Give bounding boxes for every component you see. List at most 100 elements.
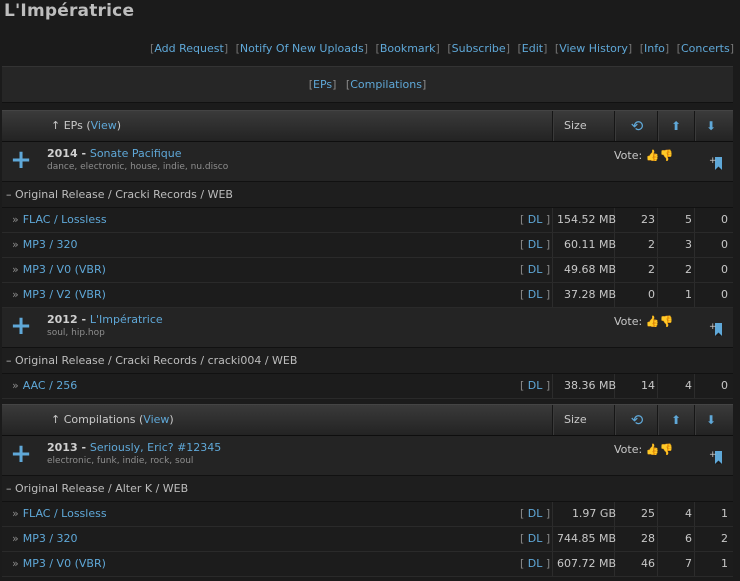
sort-arrow-icon[interactable]: ↑ — [51, 119, 64, 132]
release-tags[interactable]: dance, electronic, house, indie, nu.disc… — [47, 162, 228, 172]
bookmark-icon[interactable] — [709, 154, 725, 172]
thumb-up-icon[interactable]: 👍 — [646, 315, 660, 328]
nav-eps-link[interactable]: EPs — [313, 78, 332, 91]
plus-icon[interactable]: + — [10, 313, 32, 339]
bookmark-icon[interactable] — [709, 448, 725, 466]
nav-compilations-link[interactable]: Compilations — [350, 78, 422, 91]
torrent-size: 154.52 MB — [556, 213, 616, 226]
dl-label[interactable]: DL — [528, 288, 543, 301]
thumb-down-icon[interactable]: 👎 — [660, 149, 674, 162]
size-column-header[interactable]: Size — [564, 111, 587, 141]
section-view-link[interactable]: View — [143, 413, 169, 426]
column-divider — [552, 502, 553, 526]
release-tags[interactable]: electronic, funk, indie, rock, soul — [47, 456, 193, 466]
view-history-link[interactable]: View History — [559, 42, 628, 55]
arrow-down-icon[interactable]: ⬇ — [702, 117, 720, 135]
thumb-up-icon[interactable]: 👍 — [646, 149, 660, 162]
torrent-format-link[interactable]: » FLAC / Lossless — [12, 208, 107, 232]
torrent-size: 607.72 MB — [556, 557, 616, 570]
page-title: L'Impératrice — [4, 1, 135, 21]
column-divider — [694, 283, 695, 307]
torrent-row: » FLAC / Lossless [ DL ] 1.97 GB 25 4 1 — [2, 502, 733, 527]
edition-header[interactable]: – Original Release / Cracki Records / WE… — [2, 182, 733, 208]
section-view-link[interactable]: View — [91, 119, 117, 132]
release-table-1: ↑ Compilations (View) Size ⟲ ⬆ ⬇ +2013 - Seri… — [2, 404, 733, 577]
dl-label[interactable]: DL — [528, 238, 543, 251]
torrent-format-link[interactable]: » MP3 / V0 (VBR) — [12, 552, 106, 576]
torrent-format-link[interactable]: » MP3 / 320 — [12, 233, 78, 257]
bookmark-icon[interactable] — [709, 320, 725, 338]
dl-label[interactable]: DL — [528, 263, 543, 276]
plus-icon[interactable]: + — [10, 147, 32, 173]
download-link[interactable]: [ DL ] — [520, 283, 550, 307]
download-link[interactable]: [ DL ] — [520, 374, 550, 398]
download-link[interactable]: [ DL ] — [520, 233, 550, 257]
thumb-down-icon[interactable]: 👎 — [660, 443, 674, 456]
dl-label[interactable]: DL — [528, 532, 543, 545]
download-link[interactable]: [ DL ] — [520, 502, 550, 526]
leechers-count: 0 — [721, 379, 728, 392]
release-name-link[interactable]: Seriously, Eric? #12345 — [90, 441, 221, 454]
release-table-0: ↑ EPs (View) Size ⟲ ⬆ ⬇ +2014 - Sonate Pacifi… — [2, 110, 733, 399]
seeders-count: 2 — [685, 263, 692, 276]
release-tags[interactable]: soul, hip.hop — [47, 328, 105, 338]
dl-label[interactable]: DL — [528, 507, 543, 520]
release-title: 2013 - Seriously, Eric? #12345 — [47, 441, 221, 454]
torrent-row: » AAC / 256 [ DL ] 38.36 MB 14 4 0 — [2, 374, 733, 399]
thumb-down-icon[interactable]: 👎 — [660, 315, 674, 328]
refresh-icon[interactable]: ⟲ — [628, 117, 646, 135]
snatched-count: 2 — [648, 238, 655, 251]
paren: ) — [116, 119, 122, 132]
column-divider — [552, 258, 553, 282]
refresh-icon[interactable]: ⟲ — [628, 411, 646, 429]
release-name-link[interactable]: Sonate Pacifique — [90, 147, 182, 160]
dl-label[interactable]: DL — [528, 557, 543, 570]
snatched-count: 25 — [641, 507, 655, 520]
row-prefix: » — [12, 379, 19, 392]
arrow-up-icon[interactable]: ⬆ — [667, 411, 685, 429]
column-divider — [694, 374, 695, 398]
torrent-format-link[interactable]: » FLAC / Lossless — [12, 502, 107, 526]
paren: ) — [169, 413, 174, 426]
column-divider — [657, 405, 658, 435]
dl-label[interactable]: DL — [528, 379, 543, 392]
snatched-count: 0 — [648, 288, 655, 301]
notify-uploads-link[interactable]: Notify Of New Uploads — [240, 42, 364, 55]
add-request-link[interactable]: Add Request — [154, 42, 223, 55]
column-title: ↑ Compilations (View) — [51, 405, 174, 435]
edition-header[interactable]: – Original Release / Cracki Records / cr… — [2, 348, 733, 374]
concerts-link[interactable]: Concerts — [681, 42, 730, 55]
torrent-format-link[interactable]: » MP3 / V2 (VBR) — [12, 283, 106, 307]
sort-arrow-icon[interactable]: ↑ — [51, 413, 64, 426]
snatched-count: 23 — [641, 213, 655, 226]
edition-header[interactable]: – Original Release / Alter K / WEB — [2, 476, 733, 502]
download-link[interactable]: [ DL ] — [520, 552, 550, 576]
torrent-format-link[interactable]: » MP3 / 320 — [12, 527, 78, 551]
torrent-format-link[interactable]: » AAC / 256 — [12, 374, 77, 398]
torrent-format-link[interactable]: » MP3 / V0 (VBR) — [12, 258, 106, 282]
size-column-header[interactable]: Size — [564, 405, 587, 435]
bookmark-link[interactable]: Bookmark — [380, 42, 436, 55]
download-link[interactable]: [ DL ] — [520, 527, 550, 551]
info-link[interactable]: Info — [644, 42, 665, 55]
edit-link[interactable]: Edit — [522, 42, 543, 55]
arrow-down-icon[interactable]: ⬇ — [702, 411, 720, 429]
column-divider — [694, 208, 695, 232]
release-year: 2013 - — [47, 441, 90, 454]
row-prefix: » — [12, 238, 19, 251]
snatched-count: 28 — [641, 532, 655, 545]
vote-label: Vote: — [614, 315, 646, 328]
thumb-up-icon[interactable]: 👍 — [646, 443, 660, 456]
plus-icon[interactable]: + — [10, 441, 32, 467]
arrow-up-icon[interactable]: ⬆ — [667, 117, 685, 135]
download-link[interactable]: [ DL ] — [520, 258, 550, 282]
download-link[interactable]: [ DL ] — [520, 208, 550, 232]
dl-label[interactable]: DL — [528, 213, 543, 226]
subscribe-link[interactable]: Subscribe — [452, 42, 506, 55]
seeders-count: 5 — [685, 213, 692, 226]
release-name-link[interactable]: L'Impératrice — [90, 313, 163, 326]
leechers-count: 2 — [721, 532, 728, 545]
column-divider — [694, 111, 695, 141]
row-prefix: » — [12, 288, 19, 301]
seeders-count: 7 — [685, 557, 692, 570]
